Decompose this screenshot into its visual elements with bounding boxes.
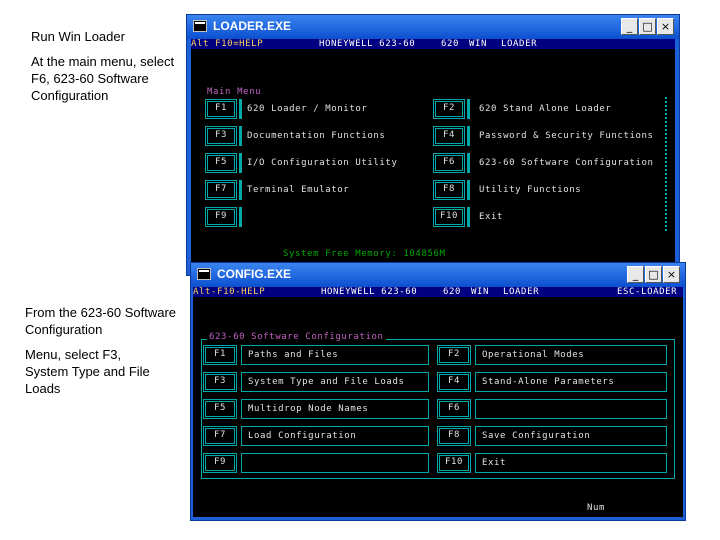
loader-separator	[239, 180, 242, 200]
loader-f7-label[interactable]: Terminal Emulator	[247, 185, 349, 195]
config-f3-key[interactable]: F3	[203, 372, 237, 392]
maximize-button[interactable]: □	[645, 266, 662, 283]
loader-f2-label[interactable]: 620 Stand Alone Loader	[479, 104, 611, 114]
config-f7-key[interactable]: F7	[203, 426, 237, 446]
console-app-icon	[197, 268, 211, 280]
loader-separator	[467, 153, 470, 173]
config-f9-label[interactable]	[241, 453, 429, 473]
config-f3-label[interactable]: System Type and File Loads	[241, 372, 429, 392]
loader-header-loader: LOADER	[501, 39, 538, 49]
config-header-win: WIN	[471, 287, 490, 297]
loader-separator	[239, 126, 242, 146]
loader-console[interactable]: Alt F10=HELP HONEYWELL 623-60 620 WIN LO…	[191, 39, 675, 273]
config-f6-key[interactable]: F6	[437, 399, 471, 419]
main-menu-title: Main Menu	[205, 87, 264, 97]
loader-f10-label[interactable]: Exit	[479, 212, 503, 222]
config-f8-key[interactable]: F8	[437, 426, 471, 446]
loader-separator	[467, 126, 470, 146]
config-console[interactable]: Alt-F10-HELP HONEYWELL 623-60 620 WIN LO…	[193, 287, 683, 517]
config-header-center: HONEYWELL 623-60	[321, 287, 418, 297]
config-f6-label[interactable]	[475, 399, 667, 419]
loader-window: LOADER.EXE _ □ × Alt F10=HELP HONEYWELL …	[186, 14, 680, 276]
loader-f8-key[interactable]: F8	[433, 180, 465, 200]
loader-header-win: WIN	[469, 39, 488, 49]
config-status-num: Num	[587, 503, 606, 513]
close-button[interactable]: ×	[663, 266, 680, 283]
config-f7-label[interactable]: Load Configuration	[241, 426, 429, 446]
config-help-hint: Alt-F10-HELP	[193, 287, 266, 297]
config-f1-key[interactable]: F1	[203, 345, 237, 365]
loader-f6-label[interactable]: 623-60 Software Configuration	[479, 158, 654, 168]
config-f8-label[interactable]: Save Configuration	[475, 426, 667, 446]
minimize-button[interactable]: _	[627, 266, 644, 283]
note-from-config: From the 623-60 Software Configuration	[25, 305, 177, 337]
config-f2-label[interactable]: Operational Modes	[475, 345, 667, 365]
loader-help-hint: Alt F10=HELP	[191, 39, 264, 49]
config-f1-label[interactable]: Paths and Files	[241, 345, 429, 365]
loader-f5-label[interactable]: I/O Configuration Utility	[247, 158, 397, 168]
config-f2-key[interactable]: F2	[437, 345, 471, 365]
maximize-button[interactable]: □	[639, 18, 656, 35]
loader-f3-label[interactable]: Documentation Functions	[247, 131, 385, 141]
config-f5-key[interactable]: F5	[203, 399, 237, 419]
config-f9-key[interactable]: F9	[203, 453, 237, 473]
config-f10-label[interactable]: Exit	[475, 453, 667, 473]
loader-separator	[467, 99, 470, 119]
loader-f7-key[interactable]: F7	[205, 180, 237, 200]
note-select-f3: Menu, select F3, System Type and File Lo…	[25, 347, 150, 396]
loader-f1-label[interactable]: 620 Loader / Monitor	[247, 104, 367, 114]
loader-separator	[467, 180, 470, 200]
config-window: CONFIG.EXE _ □ × Alt-F10-HELP HONEYWELL …	[190, 262, 686, 521]
close-button[interactable]: ×	[657, 18, 674, 35]
loader-status-memory: System Free Memory: 104856M	[283, 249, 446, 259]
config-header-esc: ESC-LOADER	[617, 287, 678, 297]
loader-window-title: LOADER.EXE	[213, 19, 292, 33]
minimize-button[interactable]: _	[621, 18, 638, 35]
config-header-620: 620	[443, 287, 462, 297]
config-header-bar: Alt-F10-HELP HONEYWELL 623-60 620 WIN LO…	[193, 287, 683, 297]
loader-f9-key[interactable]: F9	[205, 207, 237, 227]
loader-f10-key[interactable]: F10	[433, 207, 465, 227]
loader-f2-key[interactable]: F2	[433, 99, 465, 119]
loader-separator	[239, 99, 242, 119]
loader-f4-label[interactable]: Password & Security Functions	[479, 131, 654, 141]
loader-header-620: 620	[441, 39, 460, 49]
loader-f1-key[interactable]: F1	[205, 99, 237, 119]
loader-titlebar[interactable]: LOADER.EXE _ □ ×	[187, 15, 679, 39]
loader-header-bar: Alt F10=HELP HONEYWELL 623-60 620 WIN LO…	[191, 39, 675, 49]
loader-separator	[467, 207, 470, 227]
loader-f6-key[interactable]: F6	[433, 153, 465, 173]
loader-header-center: HONEYWELL 623-60	[319, 39, 416, 49]
loader-f3-key[interactable]: F3	[205, 126, 237, 146]
note-main-menu: At the main menu, select F6, 623-60 Soft…	[31, 54, 175, 103]
loader-f4-key[interactable]: F4	[433, 126, 465, 146]
config-header-loader: LOADER	[503, 287, 540, 297]
loader-f5-key[interactable]: F5	[205, 153, 237, 173]
config-section-title: 623-60 Software Configuration	[207, 332, 386, 342]
config-titlebar[interactable]: CONFIG.EXE _ □ ×	[191, 263, 685, 287]
loader-separator	[239, 207, 242, 227]
console-app-icon	[193, 20, 207, 32]
loader-f8-label[interactable]: Utility Functions	[479, 185, 581, 195]
config-f4-label[interactable]: Stand-Alone Parameters	[475, 372, 667, 392]
config-window-title: CONFIG.EXE	[217, 267, 292, 281]
loader-separator	[239, 153, 242, 173]
note-run-win-loader: Run Win Loader	[31, 29, 125, 44]
config-f10-key[interactable]: F10	[437, 453, 471, 473]
config-f5-label[interactable]: Multidrop Node Names	[241, 399, 429, 419]
loader-scroll-indicator	[665, 97, 669, 231]
config-f4-key[interactable]: F4	[437, 372, 471, 392]
